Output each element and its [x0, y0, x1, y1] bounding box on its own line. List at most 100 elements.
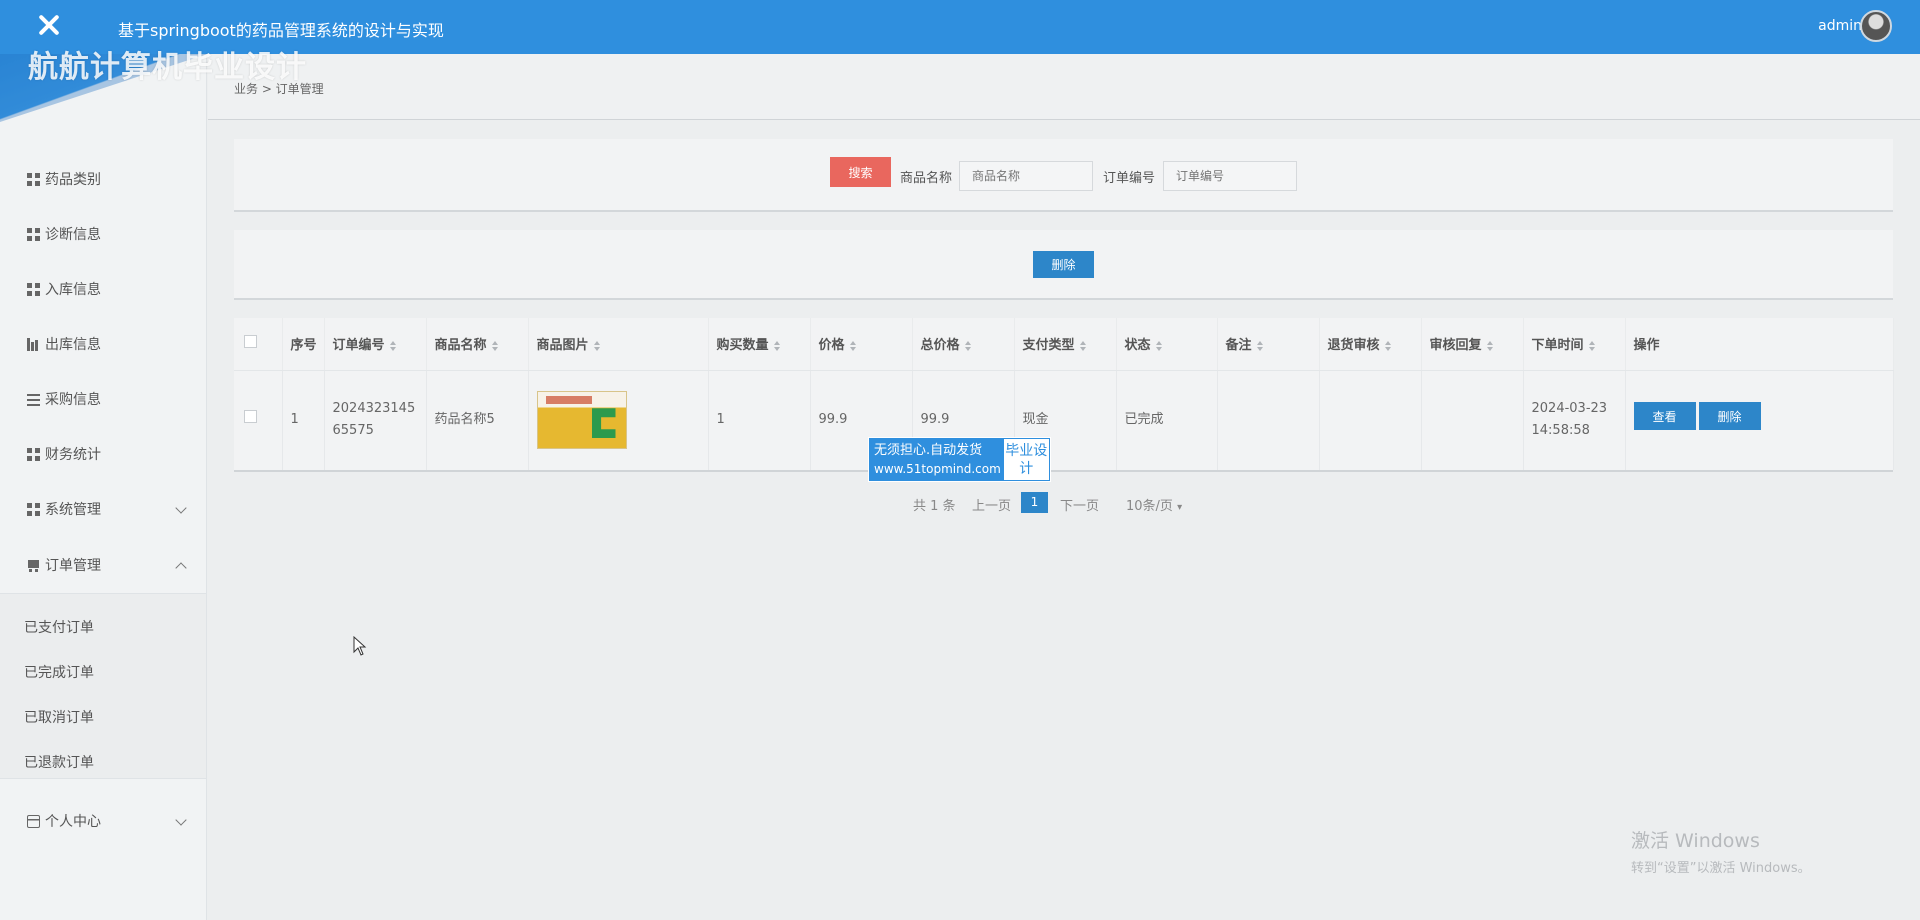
grid-icon: [27, 282, 40, 296]
grid-icon: [27, 172, 40, 186]
windows-watermark-line-2: 转到“设置”以激活 Windows。: [1631, 861, 1811, 876]
row-select-cell[interactable]: [234, 370, 283, 470]
windows-activation-watermark: 激活 Windows 转到“设置”以激活 Windows。: [1631, 826, 1811, 876]
submenu-cancelled-orders[interactable]: 已取消订单: [24, 702, 94, 732]
order-no-input[interactable]: [1163, 161, 1297, 191]
sidebar-item-label: 入库信息: [45, 282, 101, 298]
orders-table: 序号 订单编号 商品名称 商品图片 购买数量 价格 总价格 支付类型 状态 备注…: [234, 318, 1894, 472]
list-icon: [27, 392, 40, 406]
product-name-input[interactable]: [959, 161, 1093, 191]
sort-icon[interactable]: [1384, 340, 1391, 351]
ad-line-1: 无须担心.自动发货: [874, 443, 983, 458]
pagination-page-size[interactable]: 10条/页 ▾: [1126, 495, 1182, 514]
cell-product-image: [528, 370, 709, 470]
submenu-paid-orders[interactable]: 已支付订单: [24, 612, 94, 642]
col-total[interactable]: 总价格: [912, 318, 1015, 371]
sidebar-item-orders[interactable]: 订单管理: [0, 545, 206, 585]
cell-order-time: 2024-03-23 14:58:58: [1523, 370, 1626, 470]
product-name-label: 商品名称: [900, 171, 953, 186]
submenu-completed-orders[interactable]: 已完成订单: [24, 657, 94, 687]
breadcrumb-bar: 业务 > 订单管理: [208, 54, 1920, 120]
sidebar-item-label: 财务统计: [45, 447, 101, 463]
col-actions: 操作: [1625, 318, 1894, 371]
select-all-checkbox[interactable]: [244, 335, 257, 349]
avatar[interactable]: [1860, 10, 1892, 42]
cart-icon: [27, 558, 40, 572]
search-panel: 搜索 商品名称 订单编号: [234, 139, 1893, 212]
sidebar-item-finance[interactable]: 财务统计: [0, 434, 206, 474]
col-index: 序号: [282, 318, 325, 371]
product-thumbnail[interactable]: [536, 391, 627, 450]
sidebar-item-drug-category[interactable]: 药品类别: [0, 159, 206, 199]
sidebar-item-stock-in[interactable]: 入库信息: [0, 269, 206, 309]
username[interactable]: admin: [1818, 18, 1862, 34]
row-checkbox[interactable]: [244, 410, 257, 424]
sort-icon[interactable]: [1486, 340, 1493, 351]
cell-review-reply: [1421, 370, 1524, 470]
pagination-total: 共 1 条: [913, 499, 956, 514]
ad-line-2: www.51topmind.com: [874, 462, 1001, 476]
col-order-time[interactable]: 下单时间: [1523, 318, 1626, 371]
cell-quantity: 1: [708, 370, 811, 470]
col-pay-type[interactable]: 支付类型: [1014, 318, 1117, 371]
close-icon[interactable]: [34, 10, 64, 40]
brand-watermark: 航航计算机毕业设计: [28, 50, 307, 85]
sort-icon[interactable]: [593, 340, 600, 351]
sidebar-item-label: 订单管理: [45, 558, 101, 574]
col-product-name[interactable]: 商品名称: [426, 318, 529, 371]
sort-icon[interactable]: [491, 340, 498, 351]
view-button[interactable]: 查看: [1633, 402, 1696, 431]
col-product-image[interactable]: 商品图片: [528, 318, 709, 371]
pagination-current-page[interactable]: 1: [1021, 492, 1048, 513]
bar-chart-icon: [27, 337, 40, 351]
chevron-up-icon: [175, 562, 187, 574]
sort-icon[interactable]: [389, 340, 396, 351]
sidebar: 药品类别 诊断信息 入库信息 出库信息 采购信息 财务统计 系统管理 订单管理 …: [0, 54, 207, 920]
col-remark[interactable]: 备注: [1217, 318, 1320, 371]
cell-status: 已完成: [1116, 370, 1218, 470]
chevron-down-icon: ▾: [1177, 502, 1183, 513]
table-header-row: 序号 订单编号 商品名称 商品图片 购买数量 价格 总价格 支付类型 状态 备注…: [234, 318, 1894, 371]
select-all-cell[interactable]: [234, 318, 283, 371]
col-quantity[interactable]: 购买数量: [708, 318, 811, 371]
col-price[interactable]: 价格: [810, 318, 913, 371]
col-order-no[interactable]: 订单编号: [324, 318, 427, 371]
delete-row-button[interactable]: 删除: [1698, 402, 1761, 431]
sort-icon[interactable]: [1256, 340, 1263, 351]
col-return-review[interactable]: 退货审核: [1319, 318, 1422, 371]
sidebar-item-purchase[interactable]: 采购信息: [0, 379, 206, 419]
cell-index: 1: [282, 370, 325, 470]
sort-icon[interactable]: [849, 340, 856, 351]
ad-watermark: 无须担心.自动发货 www.51topmind.com 毕业设计: [868, 437, 1051, 482]
order-submenu: 已支付订单 已完成订单 已取消订单 已退款订单: [0, 593, 206, 779]
col-review-reply[interactable]: 审核回复: [1421, 318, 1524, 371]
sidebar-item-label: 采购信息: [45, 392, 101, 408]
ad-tag: 毕业设计: [1003, 439, 1049, 480]
sidebar-item-label: 出库信息: [45, 337, 101, 353]
submenu-refunded-orders[interactable]: 已退款订单: [24, 747, 94, 777]
sidebar-item-profile[interactable]: 个人中心: [0, 801, 206, 841]
batch-delete-button[interactable]: 删除: [1033, 251, 1094, 278]
grid-icon: [27, 447, 40, 461]
cell-product-name: 药品名称5: [426, 370, 529, 470]
search-button[interactable]: 搜索: [830, 157, 891, 187]
cell-remark: [1217, 370, 1320, 470]
cell-order-no: 202432314565575: [324, 370, 427, 470]
table-row: 1 202432314565575 药品名称5 1 99.9 99.9 现金 已…: [234, 370, 1894, 470]
sort-icon[interactable]: [773, 340, 780, 351]
col-status[interactable]: 状态: [1116, 318, 1218, 371]
sort-icon[interactable]: [1079, 340, 1086, 351]
pagination-prev[interactable]: 上一页: [972, 495, 1011, 514]
pagination-next[interactable]: 下一页: [1060, 495, 1099, 514]
sort-icon[interactable]: [1588, 340, 1595, 351]
sidebar-item-label: 诊断信息: [45, 227, 101, 243]
sort-icon[interactable]: [1155, 340, 1162, 351]
sidebar-item-stock-out[interactable]: 出库信息: [0, 324, 206, 364]
grid-icon: [27, 227, 40, 241]
sidebar-item-label: 药品类别: [45, 172, 101, 188]
windows-watermark-line-1: 激活 Windows: [1631, 830, 1760, 852]
card-icon: [27, 814, 40, 828]
action-panel: 删除: [234, 230, 1893, 300]
sort-icon[interactable]: [964, 340, 971, 351]
sidebar-item-diagnosis[interactable]: 诊断信息: [0, 214, 206, 254]
